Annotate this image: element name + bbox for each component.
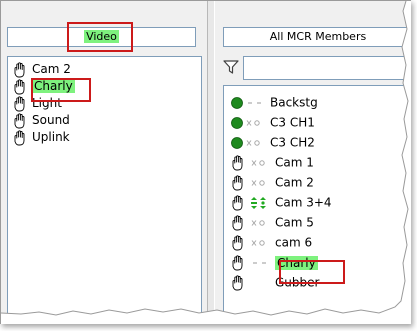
hand-icon — [230, 174, 248, 191]
list-item-label: Charly — [32, 79, 75, 93]
hand-icon — [230, 254, 248, 271]
switch-off-icon — [250, 176, 272, 190]
list-item[interactable]: Cam 2 — [12, 61, 75, 78]
group-name-label: Video — [84, 30, 119, 43]
list-item-label: Uplink — [32, 130, 70, 144]
switch-on-icon — [250, 196, 272, 210]
switch-none-icon — [250, 276, 272, 290]
member-label: Gubber — [275, 275, 320, 290]
member-row[interactable]: C3 CH2 — [230, 132, 332, 152]
switch-off-icon — [245, 136, 267, 150]
hand-icon — [12, 95, 30, 112]
groups-panel: Video Cam 2 Charly Light Sound Uplink — [7, 15, 202, 324]
hand-icon — [230, 214, 248, 231]
member-label: Charly — [275, 255, 318, 270]
members-scope-field[interactable]: All MCR Members — [223, 27, 411, 47]
hand-icon — [230, 234, 248, 251]
member-row[interactable]: C3 CH1 — [230, 112, 332, 132]
switch-off-icon — [250, 236, 272, 250]
member-label: Cam 5 — [275, 215, 314, 230]
member-row[interactable]: Cam 1 — [230, 152, 332, 172]
member-row[interactable]: Cam 5 — [230, 212, 332, 232]
list-item[interactable]: Sound — [12, 112, 75, 129]
member-row[interactable]: Cam 3+4 — [230, 192, 332, 212]
list-item-label: Sound — [32, 113, 70, 127]
hand-icon — [230, 274, 248, 291]
hand-icon — [12, 61, 30, 78]
filter-input[interactable] — [243, 56, 411, 80]
group-name-field[interactable]: Video — [7, 27, 196, 47]
hand-icon — [12, 112, 30, 129]
pane-splitter[interactable] — [207, 1, 215, 324]
member-row[interactable]: Charly — [230, 252, 332, 272]
switch-off-icon — [250, 156, 272, 170]
status-dot-icon — [230, 136, 244, 150]
list-item[interactable]: Light — [12, 95, 75, 112]
hand-icon — [12, 129, 30, 146]
hand-icon — [230, 194, 248, 211]
member-row[interactable]: Gubber — [230, 272, 332, 292]
switch-dash-icon — [250, 256, 272, 270]
member-label: Cam 2 — [275, 175, 314, 190]
member-row[interactable]: Cam 2 — [230, 172, 332, 192]
list-item[interactable]: Charly — [12, 78, 75, 95]
list-item[interactable]: Uplink — [12, 129, 75, 146]
member-label: Cam 3+4 — [275, 195, 332, 210]
group-members-list[interactable]: Cam 2 Charly Light Sound Uplink — [7, 56, 202, 324]
switch-off-icon — [245, 116, 267, 130]
members-list[interactable]: Backstg C3 CH1 C3 CH2 Cam 1 Cam 2 Cam 3+4 Cam … — [223, 85, 411, 324]
list-item-label: Cam 2 — [32, 62, 71, 76]
member-label: Backstg — [270, 95, 318, 110]
members-panel: All MCR Members Backstg C3 CH1 C3 CH2 Cam 1… — [217, 15, 411, 324]
member-label: cam 6 — [275, 235, 313, 250]
member-label: C3 CH1 — [270, 115, 315, 130]
switch-off-icon — [250, 216, 272, 230]
hand-icon — [12, 78, 30, 95]
switch-dash-icon — [245, 96, 267, 110]
status-dot-icon — [230, 116, 244, 130]
status-dot-icon — [230, 96, 244, 110]
member-row[interactable]: Backstg — [230, 92, 332, 112]
member-label: C3 CH2 — [270, 135, 315, 150]
list-item-label: Light — [32, 96, 62, 110]
member-row[interactable]: cam 6 — [230, 232, 332, 252]
filter-icon[interactable] — [223, 59, 239, 75]
member-label: Cam 1 — [275, 155, 314, 170]
hand-icon — [230, 154, 248, 171]
mcr-window: Video Cam 2 Charly Light Sound Uplink Al… — [0, 0, 411, 324]
